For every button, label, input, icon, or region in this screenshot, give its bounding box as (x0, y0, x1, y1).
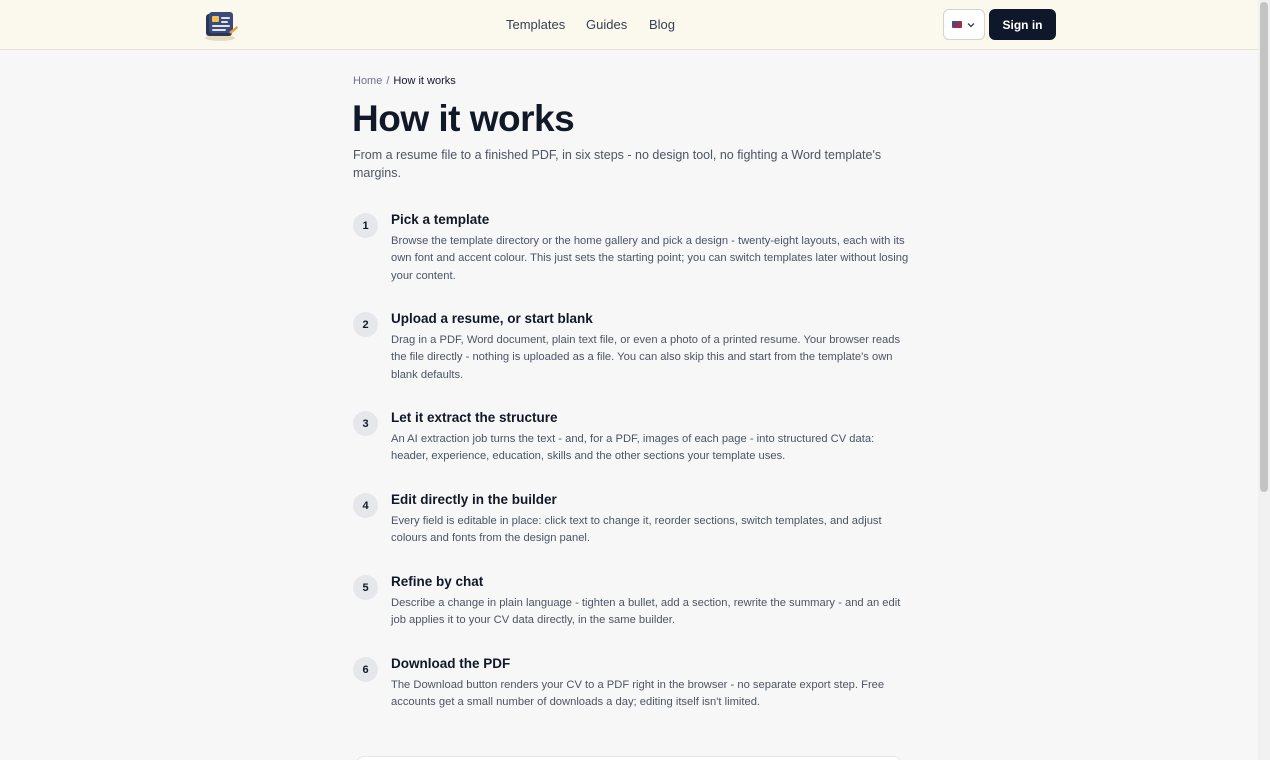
step-number: 5 (353, 575, 378, 600)
step-number: 4 (353, 493, 378, 518)
nav-guides[interactable]: Guides (586, 17, 627, 33)
step-title: Let it extract the structure (391, 410, 558, 425)
cta-card (356, 756, 902, 760)
breadcrumb-separator: / (386, 75, 390, 87)
step-title: Download the PDF (391, 656, 511, 671)
page-subtitle: From a resume file to a finished PDF, in… (353, 148, 882, 180)
sign-in-button[interactable]: Sign in (989, 9, 1056, 40)
nav-blog[interactable]: Blog (649, 17, 675, 33)
step-title: Edit directly in the builder (391, 492, 557, 507)
breadcrumb-current: How it works (393, 75, 456, 87)
step-title: Upload a resume, or start blank (391, 311, 593, 326)
nav-templates[interactable]: Templates (506, 17, 565, 33)
page-title: How it works (352, 98, 575, 139)
step-title: Pick a template (391, 212, 490, 227)
step-description: Drag in a PDF, Word document, plain text… (391, 334, 901, 381)
language-selector[interactable] (943, 9, 985, 40)
scrollbar-thumb[interactable] (1260, 2, 1268, 492)
step-description: An AI extraction job turns the text - an… (391, 433, 875, 463)
breadcrumb: Home / How it works (353, 75, 456, 87)
step-description: Every field is editable in place: click … (391, 515, 882, 545)
breadcrumb-home[interactable]: Home (353, 75, 382, 87)
step-description: Browse the template directory or the hom… (391, 235, 909, 282)
main-nav: Templates Guides Blog (0, 17, 1258, 35)
top-navbar: Templates Guides Blog Sign in (0, 0, 1258, 50)
step-number: 1 (353, 213, 378, 238)
step-description: The Download button renders your CV to a… (391, 679, 885, 709)
step-number: 2 (353, 312, 378, 337)
step-number: 3 (353, 411, 378, 436)
step-description: Describe a change in plain language - ti… (391, 597, 901, 627)
chevron-down-icon (967, 22, 975, 27)
step-title: Refine by chat (391, 574, 484, 589)
step-number: 6 (353, 657, 378, 682)
flag-uk-icon (952, 21, 962, 28)
